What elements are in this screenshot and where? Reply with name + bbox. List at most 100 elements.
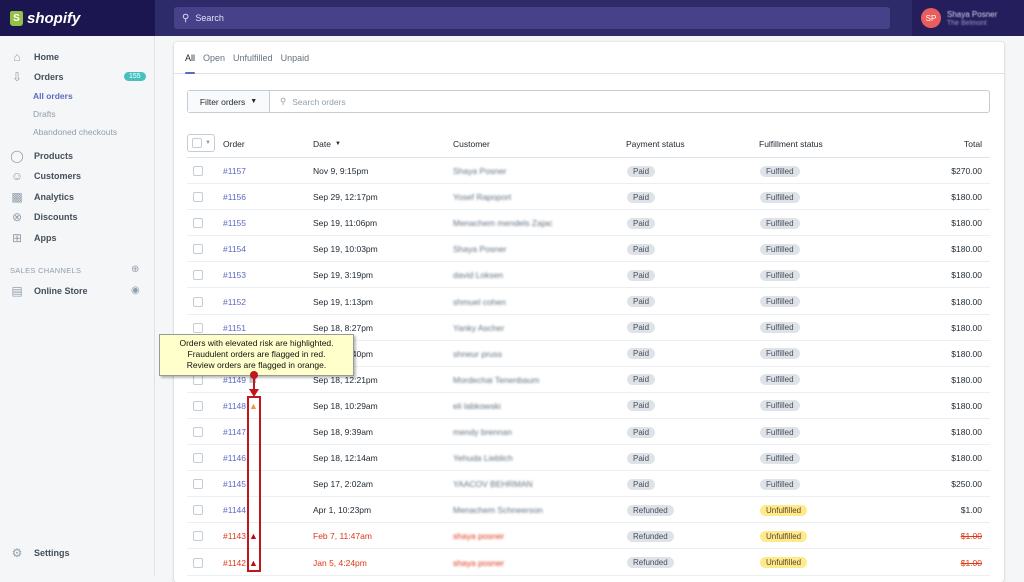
sidebar-subitem-all-orders[interactable]: All orders xyxy=(33,91,73,101)
table-row[interactable]: #1148 ▲ Sep 18, 10:29am eli labkowski Paid Fu… xyxy=(187,393,990,419)
table-row[interactable]: #1145 Sep 17, 2:02am YAACOV BEHRMAN Paid Ful… xyxy=(187,471,990,498)
table-row[interactable]: #1143 ▲ Feb 7, 11:47am shaya posner Refunded… xyxy=(187,523,990,550)
table-row[interactable]: #1154 Sep 19, 10:03pm Shaya Posner Paid Fulf… xyxy=(187,236,990,263)
row-checkbox[interactable] xyxy=(193,400,203,411)
customer-name: shaya posner xyxy=(453,531,505,542)
row-checkbox[interactable] xyxy=(193,505,203,516)
user-menu[interactable]: SP Shaya Posner The Belmont xyxy=(912,0,1024,36)
payment-status-badge: Paid xyxy=(627,374,656,386)
shopify-logo[interactable]: S shopify xyxy=(0,0,155,36)
annotation-line: Fraudulent orders are flagged in red. xyxy=(187,349,326,359)
order-total: $180.00 xyxy=(951,270,982,281)
fulfillment-status-badge: Fulfilled xyxy=(760,165,800,177)
sidebar: ⌂ Home ⇩ Orders 155 All orders Drafts Aban… xyxy=(0,36,155,576)
sidebar-subitem-drafts[interactable]: Drafts xyxy=(33,109,56,119)
order-link[interactable]: #1153 xyxy=(223,270,246,280)
sales-channels-heading: SALES CHANNELS xyxy=(10,266,82,275)
order-link[interactable]: #1143 xyxy=(223,531,246,541)
customer-name: YAACOV BEHRMAN xyxy=(453,479,533,490)
order-total: $270.00 xyxy=(951,166,982,176)
filter-orders-label: Filter orders xyxy=(199,96,246,107)
checkbox xyxy=(192,138,202,148)
sidebar-item-settings[interactable]: ⚙ Settings xyxy=(10,546,70,560)
header-date[interactable]: Date ▼ xyxy=(313,130,341,158)
order-link[interactable]: #1152 xyxy=(223,297,246,307)
order-link[interactable]: #1154 xyxy=(223,244,246,254)
payment-status-badge: Paid xyxy=(627,478,656,490)
sidebar-item-analytics[interactable]: ▩ Analytics xyxy=(10,190,74,204)
row-checkbox[interactable] xyxy=(193,453,203,464)
global-search-input[interactable]: ⚲ Search xyxy=(174,7,890,29)
sidebar-item-label: Home xyxy=(34,52,60,62)
sidebar-item-orders[interactable]: ⇩ Orders xyxy=(10,70,64,84)
order-total: $180.00 xyxy=(951,427,982,437)
table-row[interactable]: #1157 Nov 9, 9:15pm Shaya Posner Paid Fulfil… xyxy=(187,158,990,184)
order-total: $1.00 xyxy=(960,557,982,568)
header-customer[interactable]: Customer xyxy=(453,130,490,158)
table-row[interactable]: #1146 Sep 18, 12:14am Yehuda Lieblich Paid F… xyxy=(187,445,990,472)
tab-all[interactable]: All xyxy=(185,42,196,74)
search-orders-input[interactable]: ⚲ Search orders xyxy=(270,91,989,112)
table-row[interactable]: #1155 Sep 19, 11:06pm Menachem mendels Zaj… xyxy=(187,210,990,237)
tab-unpaid[interactable]: Unpaid xyxy=(281,42,310,74)
header-order[interactable]: Order xyxy=(223,130,245,158)
sidebar-item-products[interactable]: ◯ Products xyxy=(10,149,73,163)
sidebar-item-online-store[interactable]: ▤ Online Store xyxy=(10,284,88,298)
row-checkbox[interactable] xyxy=(193,192,203,203)
row-checkbox[interactable] xyxy=(193,427,203,437)
sidebar-subitem-abandoned[interactable]: Abandoned checkouts xyxy=(33,127,117,137)
tab-open[interactable]: Open xyxy=(203,42,225,74)
row-checkbox[interactable] xyxy=(193,479,203,490)
sidebar-item-discounts[interactable]: ⊗ Discounts xyxy=(10,210,78,224)
order-link[interactable]: #1142 xyxy=(223,558,246,568)
row-checkbox[interactable] xyxy=(193,296,203,307)
customer-name: Mordechai Tenenbaum xyxy=(453,374,540,385)
order-link[interactable]: #1146 xyxy=(223,453,246,463)
add-channel-icon[interactable]: ⊕ xyxy=(131,264,139,275)
tag-icon: ◯ xyxy=(10,149,24,163)
fulfillment-status-badge: Fulfilled xyxy=(760,426,800,438)
sidebar-item-label: Online Store xyxy=(34,286,88,296)
order-date: Nov 9, 9:15pm xyxy=(313,166,369,176)
order-total: $180.00 xyxy=(951,322,982,333)
tab-unfulfilled[interactable]: Unfulfilled xyxy=(233,42,273,74)
header-total[interactable]: Total xyxy=(964,130,982,158)
row-checkbox[interactable] xyxy=(193,244,203,255)
order-total: $1.00 xyxy=(960,531,982,542)
row-checkbox[interactable] xyxy=(193,166,203,176)
sidebar-item-home[interactable]: ⌂ Home xyxy=(10,50,59,64)
table-row[interactable]: #1142 ▲ Jan 5, 4:24pm shaya posner Refunded U… xyxy=(187,550,990,576)
order-link[interactable]: #1157 xyxy=(223,166,246,176)
row-checkbox[interactable] xyxy=(193,218,203,229)
payment-status-badge: Paid xyxy=(627,452,656,464)
row-checkbox[interactable] xyxy=(193,557,203,568)
shopping-bag-icon: S xyxy=(10,10,23,26)
order-link[interactable]: #1155 xyxy=(223,218,246,228)
row-checkbox[interactable] xyxy=(193,531,203,542)
order-total: $180.00 xyxy=(951,296,982,307)
order-link[interactable]: #1144 xyxy=(223,505,246,515)
table-row[interactable]: #1147 Sep 18, 9:39am mendy brennan Paid Fulf… xyxy=(187,419,990,445)
table-row[interactable]: #1156 Sep 29, 12:17pm Yosef Rapoport Paid Fu… xyxy=(187,184,990,211)
order-link[interactable]: #1145 xyxy=(223,479,246,489)
order-link[interactable]: #1151 xyxy=(223,323,246,333)
order-link[interactable]: #1156 xyxy=(223,192,246,202)
fulfillment-status-badge: Fulfilled xyxy=(760,269,800,281)
row-checkbox[interactable] xyxy=(193,322,203,333)
view-store-eye-icon[interactable]: ◉ xyxy=(131,285,140,296)
select-all-checkbox[interactable]: ▼ xyxy=(187,134,215,152)
table-row[interactable]: #1152 Sep 19, 1:13pm shmuel cohen Paid Fulfi… xyxy=(187,289,990,315)
table-row[interactable]: #1144 Apr 1, 10:23pm Menachem Schneerson Re… xyxy=(187,497,990,524)
sidebar-item-customers[interactable]: ☺ Customers xyxy=(10,169,81,183)
order-link[interactable]: #1148 xyxy=(223,401,246,411)
order-date: Sep 18, 9:39am xyxy=(313,427,374,437)
order-link[interactable]: #1147 xyxy=(223,427,246,437)
filter-orders-button[interactable]: Filter orders ▼ xyxy=(188,91,270,112)
header-fulfillment-status[interactable]: Fulfillment status xyxy=(759,130,823,158)
row-checkbox[interactable] xyxy=(193,374,203,385)
sidebar-item-apps[interactable]: ⊞ Apps xyxy=(10,231,57,245)
header-payment-status[interactable]: Payment status xyxy=(626,130,685,158)
table-row[interactable]: #1153 Sep 19, 3:19pm david Loksen Paid Fulfi… xyxy=(187,262,990,289)
row-checkbox[interactable] xyxy=(193,270,203,281)
order-link[interactable]: #1149 xyxy=(223,375,246,385)
